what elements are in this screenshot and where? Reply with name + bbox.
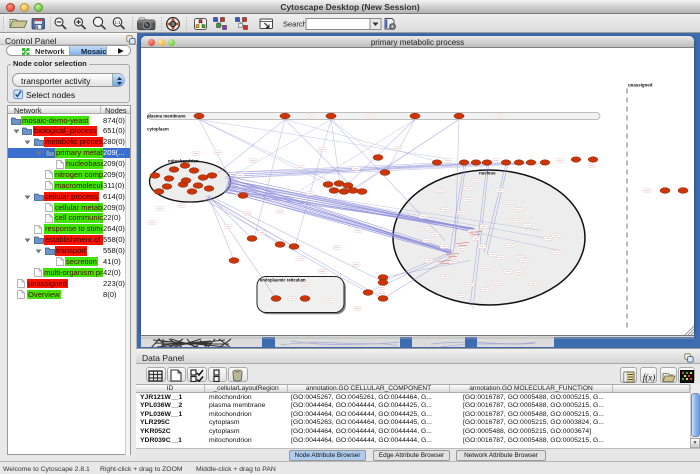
svg-text:endoplasmic reticulum: endoplasmic reticulum <box>260 277 306 282</box>
svg-text:nucleus: nucleus <box>479 170 496 175</box>
svg-text:plasma membrane: plasma membrane <box>147 113 186 118</box>
svg-text:1:1: 1:1 <box>114 20 121 25</box>
svg-text:f(x): f(x) <box>642 372 655 382</box>
svg-text:cytoplasm: cytoplasm <box>147 126 169 131</box>
svg-text:Search:: Search: <box>283 20 309 29</box>
svg-text:unassigned: unassigned <box>628 82 653 87</box>
